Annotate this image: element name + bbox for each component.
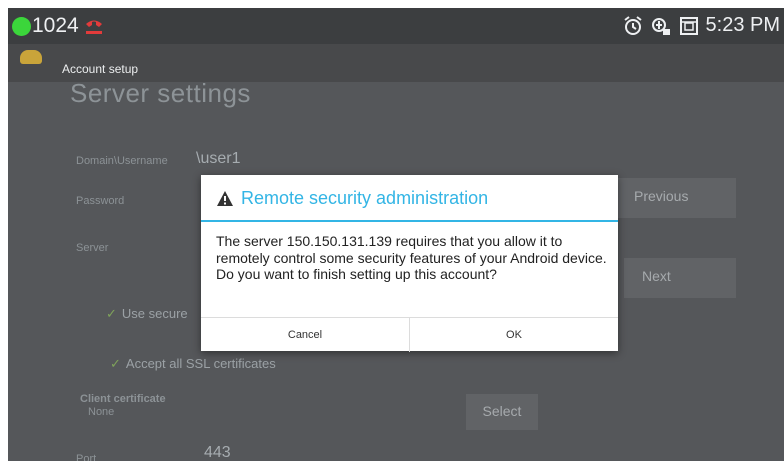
use-secure-checkbox[interactable]: ✓ Use secure [106,306,188,322]
checkmark-icon: ✓ [110,356,121,371]
alarm-icon [623,15,642,35]
status-icons: 5:23 PM [622,14,780,37]
warning-icon [217,191,233,206]
security-dialog: Remote security administration The serve… [201,175,618,352]
domain-field[interactable]: \user1 [196,150,240,168]
client-certificate-value: None [88,406,115,418]
next-button[interactable]: Next [624,258,736,298]
password-label: Password [76,195,125,207]
cancel-button[interactable]: Cancel [201,318,409,352]
server-label: Server [76,242,109,254]
dialog-message: The server 150.150.131.139 requires that… [216,233,607,282]
previous-button[interactable]: Previous [616,178,736,218]
green-dot-icon [12,17,31,36]
accept-ssl-label: Accept all SSL certificates [125,356,276,371]
port-label: Port [76,453,97,461]
domain-label: Domain\Username [76,155,168,167]
notification-count: 1024 [32,14,79,37]
screen-icon [679,16,698,35]
use-secure-label: Use secure [121,306,188,321]
dialog-buttons: Cancel OK [201,317,618,352]
missed-call-icon [86,20,102,34]
dialog-title: Remote security administration [241,188,489,208]
select-button[interactable]: Select [466,394,538,430]
device-screen: 1024 5:23 PM Account setup Server settin… [8,8,784,461]
action-bar-title: Account setup [62,62,139,76]
status-bar: 1024 5:23 PM [8,8,784,44]
page-title: Server settings [70,78,251,108]
accept-ssl-checkbox[interactable]: ✓ Accept all SSL certificates [110,356,276,372]
status-time: 5:23 PM [705,14,780,36]
data-sync-icon [651,17,670,35]
port-field[interactable]: 443 [204,444,231,461]
client-certificate-label: Client certificate [80,393,166,405]
app-icon[interactable] [20,50,42,64]
checkmark-icon: ✓ [106,306,117,321]
dialog-header: Remote security administration [201,175,618,222]
action-bar: Account setup [8,44,784,82]
ok-button[interactable]: OK [409,318,618,352]
